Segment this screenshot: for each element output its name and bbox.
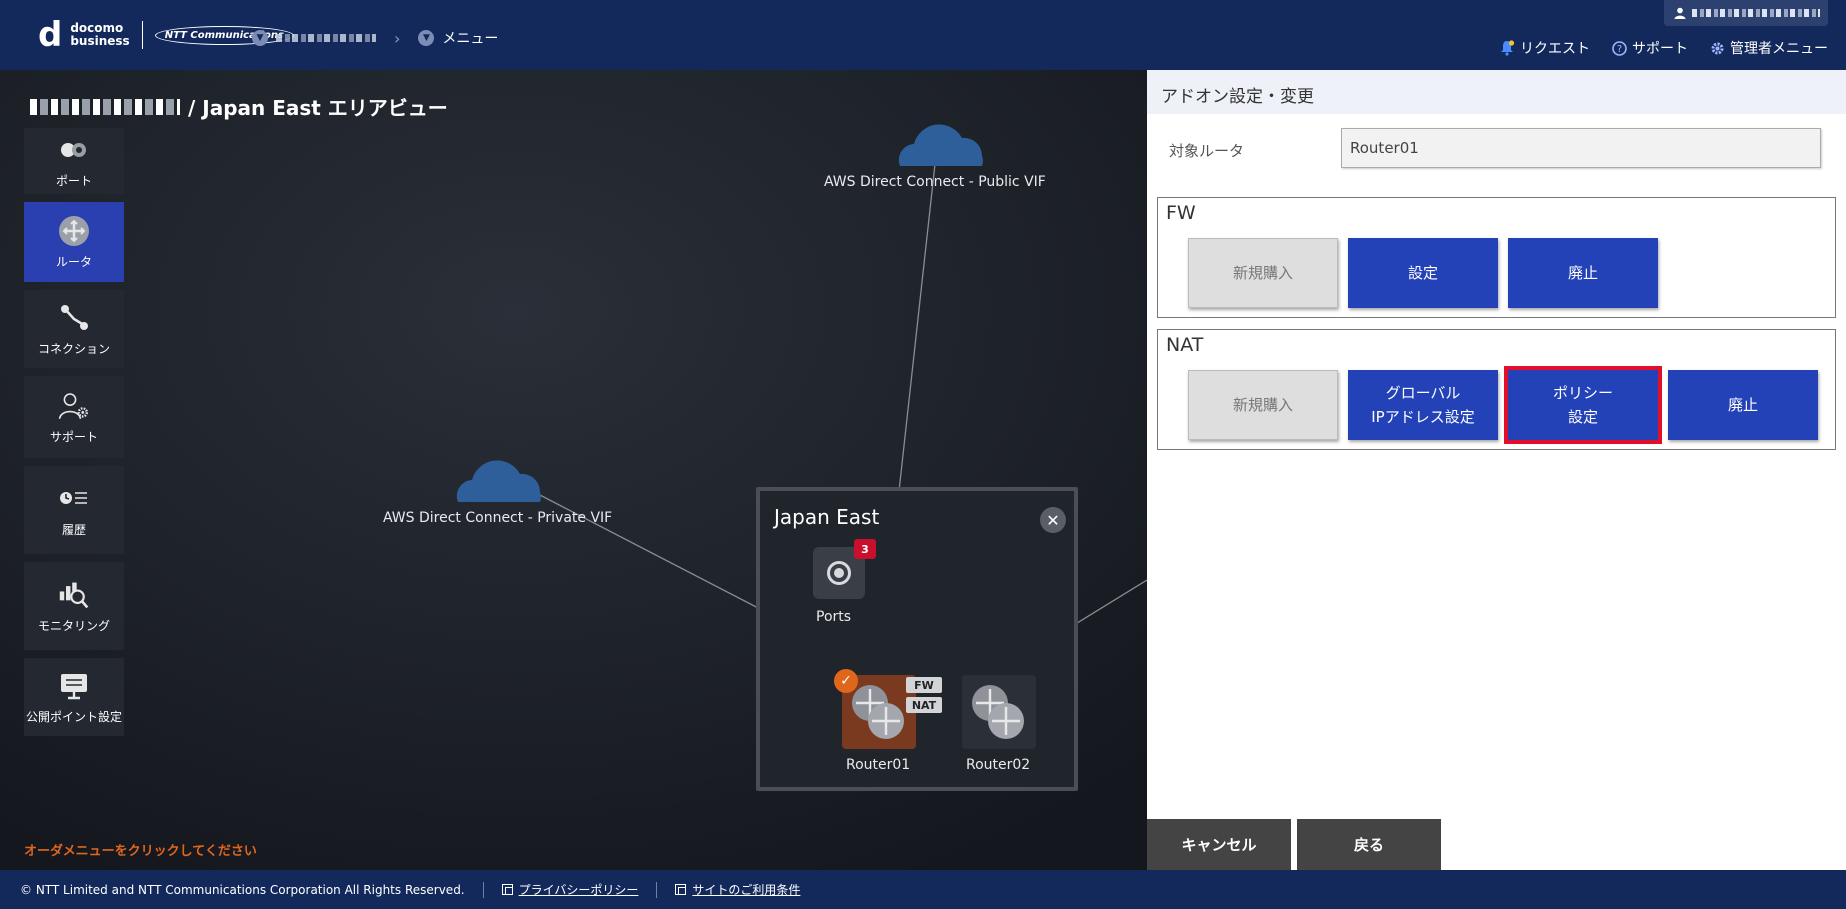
footer-divider bbox=[656, 881, 658, 898]
page-footer: © NTT Limited and NTT Communications Cor… bbox=[0, 870, 1846, 909]
external-link-icon bbox=[675, 884, 687, 895]
sidebar-item-router[interactable]: ルータ bbox=[24, 202, 124, 282]
port-icon bbox=[827, 561, 851, 585]
sidebar-item-public-point[interactable]: 公開ポイント設定 bbox=[24, 658, 124, 736]
request-link[interactable]: リクエスト bbox=[1500, 38, 1590, 58]
breadcrumb-menu[interactable]: メニュー bbox=[442, 28, 498, 48]
help-icon: ? bbox=[1612, 40, 1627, 56]
cloud-label-public-vif[interactable]: AWS Direct Connect - Public VIF bbox=[824, 174, 1046, 190]
sidebar-item-monitoring[interactable]: モニタリング bbox=[24, 562, 124, 650]
router02-node[interactable] bbox=[962, 675, 1036, 749]
footer-divider bbox=[482, 881, 484, 898]
copyright-text: © NTT Limited and NTT Communications Cor… bbox=[20, 882, 465, 897]
fw-settings-button[interactable]: 設定 bbox=[1348, 238, 1498, 308]
ports-label: Ports bbox=[816, 609, 852, 625]
bell-icon bbox=[1501, 40, 1515, 56]
privacy-policy-link[interactable]: プライバシーポリシー bbox=[501, 881, 639, 898]
top-header: d docomo business NTT Communications ▼ ›… bbox=[0, 0, 1846, 70]
chevron-down-icon[interactable]: ▼ bbox=[252, 30, 268, 46]
cancel-button[interactable]: キャンセル bbox=[1147, 819, 1291, 870]
page-title: / Japan East エリアビュー bbox=[30, 92, 448, 121]
target-router-label: 対象ルータ bbox=[1169, 142, 1245, 160]
addon-settings-panel: アドオン設定・変更 対象ルータ Router01 FW 新規購入 設定 廃止 N… bbox=[1147, 70, 1846, 870]
panel-title: アドオン設定・変更 bbox=[1147, 70, 1846, 114]
sidebar-item-label: サポート bbox=[49, 429, 98, 444]
fw-group-title: FW bbox=[1166, 202, 1196, 224]
external-link-icon bbox=[501, 884, 513, 895]
brand-business-text: business bbox=[70, 34, 130, 48]
fw-tag: FW bbox=[906, 677, 942, 693]
selected-check-icon: ✓ bbox=[834, 669, 858, 693]
close-icon[interactable]: ✕ bbox=[1040, 507, 1066, 533]
target-router-row: 対象ルータ Router01 bbox=[1147, 128, 1846, 172]
privacy-policy-label: プライバシーポリシー bbox=[518, 883, 639, 897]
breadcrumb: ▼ › ▼ メニュー bbox=[252, 28, 498, 48]
docomo-d-logo: d bbox=[38, 15, 63, 55]
breadcrumb-separator-icon: › bbox=[394, 28, 401, 48]
router01-label: Router01 bbox=[846, 757, 911, 773]
breadcrumb-tenant[interactable] bbox=[276, 34, 376, 42]
router-icon bbox=[972, 685, 1024, 739]
nat-global-ip-settings-button[interactable]: グローバル IPアドレス設定 bbox=[1348, 370, 1498, 440]
svg-text:?: ? bbox=[1617, 44, 1622, 55]
nat-group-title: NAT bbox=[1166, 334, 1204, 356]
area-title: Japan East bbox=[774, 505, 880, 529]
sidebar-item-label: 公開ポイント設定 bbox=[25, 709, 122, 724]
sidebar-item-port[interactable]: ポート bbox=[24, 128, 124, 194]
user-name bbox=[1692, 9, 1820, 17]
sidebar: ポート ルータ コネクション サポート 履歴 モニタリング 公開ポイント設定 bbox=[24, 128, 124, 744]
sidebar-item-label: ポート bbox=[55, 173, 92, 188]
user-icon bbox=[1674, 7, 1686, 19]
chevron-down-icon[interactable]: ▼ bbox=[418, 30, 435, 46]
nat-new-purchase-button[interactable]: 新規購入 bbox=[1188, 370, 1338, 440]
cloud-label-private-vif[interactable]: AWS Direct Connect - Private VIF bbox=[383, 510, 612, 526]
nat-group: NAT 新規購入 グローバル IPアドレス設定 ポリシー 設定 廃止 bbox=[1157, 329, 1836, 450]
area-view-title: / Japan East エリアビュー bbox=[188, 96, 448, 120]
target-router-field[interactable]: Router01 bbox=[1341, 128, 1821, 168]
sidebar-item-label: コネクション bbox=[37, 341, 110, 356]
fw-group: FW 新規購入 設定 廃止 bbox=[1157, 197, 1836, 318]
fw-discontinue-button[interactable]: 廃止 bbox=[1508, 238, 1658, 308]
sidebar-item-label: ルータ bbox=[55, 254, 92, 269]
area-popup-japan-east: Japan East ✕ 3 Ports ✓ FW NAT Router01 R… bbox=[756, 487, 1078, 791]
connection-icon bbox=[58, 302, 90, 334]
back-button[interactable]: 戻る bbox=[1297, 819, 1441, 870]
admin-menu-label: 管理者メニュー bbox=[1730, 41, 1828, 57]
sidebar-item-label: 履歴 bbox=[61, 522, 86, 537]
public-point-icon bbox=[58, 670, 90, 702]
support-icon bbox=[58, 390, 90, 422]
fw-new-purchase-button[interactable]: 新規購入 bbox=[1188, 238, 1338, 308]
brand-docomo-text: docomo bbox=[70, 21, 124, 35]
port-icon bbox=[58, 134, 90, 166]
logo-divider bbox=[141, 21, 143, 49]
sidebar-item-support[interactable]: サポート bbox=[24, 376, 124, 458]
sidebar-item-label: モニタリング bbox=[37, 618, 110, 633]
history-icon bbox=[58, 483, 90, 515]
support-label: サポート bbox=[1632, 41, 1688, 57]
terms-of-use-link[interactable]: サイトのご利用条件 bbox=[675, 881, 800, 898]
router-icon bbox=[58, 215, 90, 247]
terms-of-use-label: サイトのご利用条件 bbox=[692, 883, 801, 897]
monitoring-icon bbox=[58, 579, 90, 611]
order-menu-hint: オーダメニューをクリックしてください bbox=[24, 844, 257, 859]
nat-discontinue-button[interactable]: 廃止 bbox=[1668, 370, 1818, 440]
user-account-menu[interactable] bbox=[1664, 0, 1828, 26]
ports-count-badge: 3 bbox=[854, 539, 876, 559]
sidebar-item-connection[interactable]: コネクション bbox=[24, 290, 124, 368]
sidebar-item-history[interactable]: 履歴 bbox=[24, 466, 124, 554]
header-menu: リクエスト ? サポート 管理者メニュー bbox=[1500, 38, 1828, 58]
request-label: リクエスト bbox=[1520, 41, 1590, 57]
nat-policy-settings-button[interactable]: ポリシー 設定 bbox=[1504, 366, 1662, 444]
gear-icon bbox=[1711, 42, 1724, 54]
tenant-name bbox=[30, 98, 180, 115]
nat-tag: NAT bbox=[906, 697, 942, 713]
support-link[interactable]: ? サポート bbox=[1612, 38, 1688, 58]
admin-menu-link[interactable]: 管理者メニュー bbox=[1710, 38, 1828, 58]
router02-label: Router02 bbox=[966, 757, 1031, 773]
